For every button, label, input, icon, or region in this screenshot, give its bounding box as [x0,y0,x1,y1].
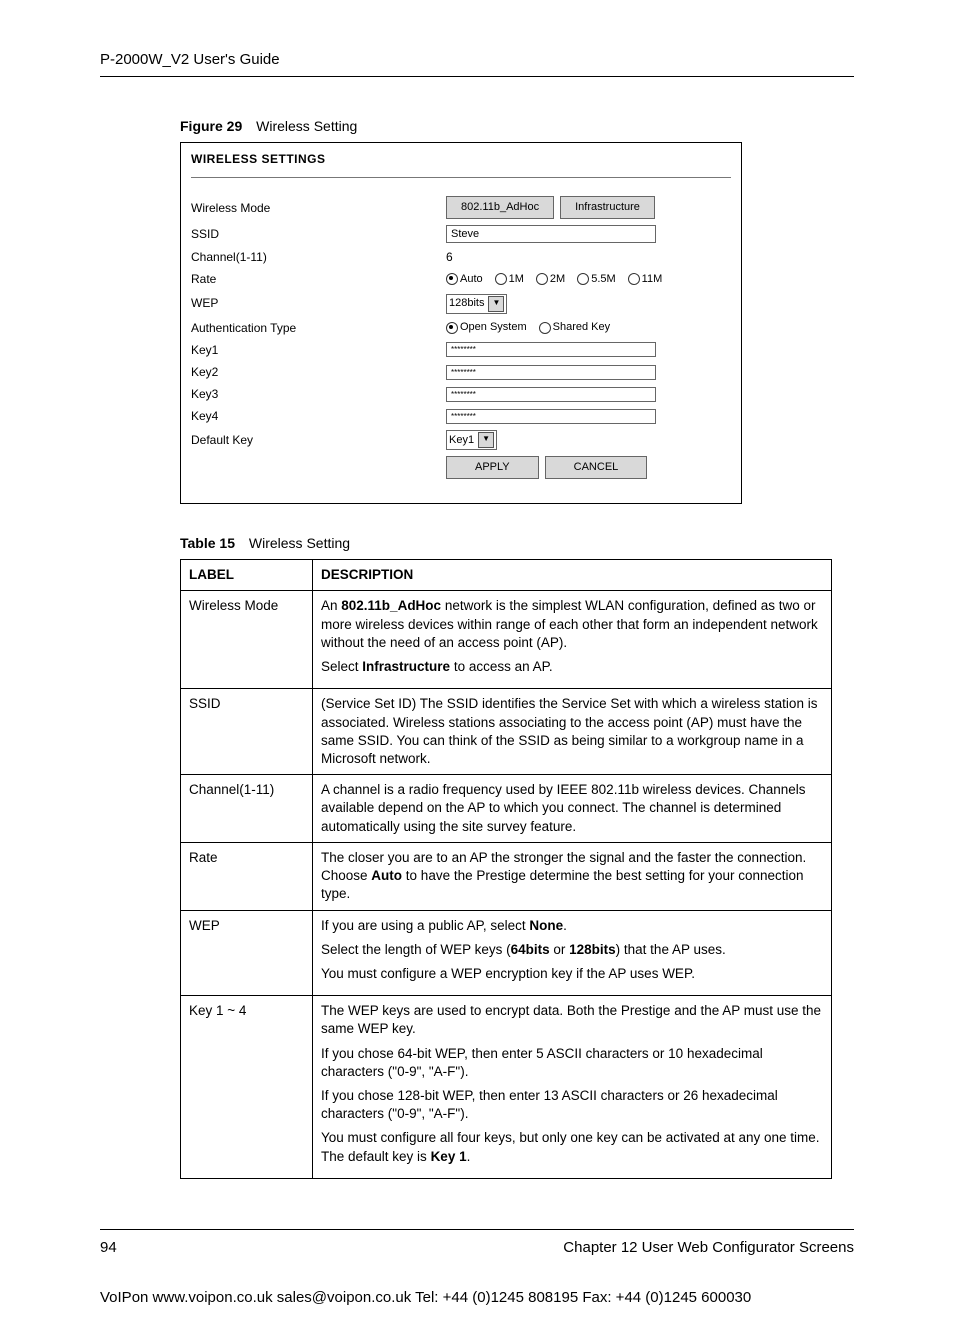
label-key3: Key3 [191,386,446,402]
cancel-button[interactable]: CANCEL [545,456,648,479]
infrastructure-mode-button[interactable]: Infrastructure [560,196,655,219]
label-ssid: SSID [191,226,446,242]
radio-label: 11M [642,272,663,287]
label-auth: Authentication Type [191,320,446,336]
cell-label: Wireless Mode [181,591,313,689]
page-number: 94 [100,1238,117,1258]
radio-icon [577,273,589,285]
cell-label: SSID [181,689,313,775]
rate-radio-11m[interactable]: 11M [628,272,663,287]
label-default-key: Default Key [191,432,446,448]
cell-description: An 802.11b_AdHoc network is the simplest… [313,591,832,689]
ssid-input[interactable] [446,225,656,243]
cell-description: The WEP keys are used to encrypt data. B… [313,996,832,1179]
default-key-select[interactable]: Key1 ▼ [446,430,497,450]
rate-radios: Auto 1M 2M 5.5M 11M [446,272,731,287]
row-key1: Key1 [191,342,731,358]
radio-label: Auto [460,272,483,287]
row-key4: Key4 [191,408,731,424]
table-row: RateThe closer you are to an AP the stro… [181,842,832,910]
cell-label: Key 1 ~ 4 [181,996,313,1179]
row-wireless-mode: Wireless Mode 802.11b_AdHoc Infrastructu… [191,196,731,219]
row-default-key: Default Key Key1 ▼ [191,430,731,450]
apply-button[interactable]: APPLY [446,456,539,479]
description-table: LABEL DESCRIPTION Wireless ModeAn 802.11… [180,559,832,1179]
auth-radio-sharedkey[interactable]: Shared Key [539,320,610,335]
row-key2: Key2 [191,364,731,380]
figure-caption-text: Wireless Setting [256,118,357,134]
row-channel: Channel(1-11) 6 [191,249,731,265]
table-label: Table 15 [180,535,235,551]
radio-label: 5.5M [591,272,615,287]
table-caption-text: Wireless Setting [249,535,350,551]
rate-radio-auto[interactable]: Auto [446,272,483,287]
label-wep: WEP [191,295,446,311]
cell-description: (Service Set ID) The SSID identifies the… [313,689,832,775]
default-key-value: Key1 [449,433,474,448]
channel-value: 6 [446,249,731,265]
row-wep: WEP 128bits ▼ [191,294,731,314]
th-desc: DESCRIPTION [313,560,832,591]
figure-label: Figure 29 [180,118,242,134]
table-row: SSID(Service Set ID) The SSID identifies… [181,689,832,775]
radio-label: Shared Key [553,320,610,335]
cell-label: Rate [181,842,313,910]
wireless-settings-panel: WIRELESS SETTINGS Wireless Mode 802.11b_… [180,142,742,504]
wep-select-value: 128bits [449,296,484,311]
label-key2: Key2 [191,364,446,380]
page-footer: 94 Chapter 12 User Web Configurator Scre… [100,1229,854,1258]
cell-description: The closer you are to an AP the stronger… [313,842,832,910]
radio-icon [536,273,548,285]
key4-input[interactable] [446,409,656,424]
row-key3: Key3 [191,386,731,402]
table-caption: Table 15 Wireless Setting [180,534,854,553]
radio-icon [446,322,458,334]
key2-input[interactable] [446,365,656,380]
auth-radio-opensystem[interactable]: Open System [446,320,527,335]
label-key4: Key4 [191,408,446,424]
chevron-down-icon: ▼ [488,296,504,312]
label-wireless-mode: Wireless Mode [191,200,446,216]
auth-radios: Open System Shared Key [446,320,731,335]
key3-input[interactable] [446,387,656,402]
radio-icon [539,322,551,334]
table-row: WEPIf you are using a public AP, select … [181,910,832,996]
key1-input[interactable] [446,342,656,357]
cell-description: If you are using a public AP, select Non… [313,910,832,996]
adhoc-mode-button[interactable]: 802.11b_AdHoc [446,196,554,219]
cell-description: A channel is a radio frequency used by I… [313,775,832,843]
label-key1: Key1 [191,342,446,358]
chevron-down-icon: ▼ [478,432,494,448]
radio-icon [446,273,458,285]
radio-icon [628,273,640,285]
row-ssid: SSID [191,225,731,243]
th-label: LABEL [181,560,313,591]
chapter-title: Chapter 12 User Web Configurator Screens [563,1238,854,1258]
row-rate: Rate Auto 1M 2M 5.5M 11M [191,271,731,287]
rate-radio-2m[interactable]: 2M [536,272,565,287]
row-buttons: APPLY CANCEL [191,456,731,479]
label-rate: Rate [191,271,446,287]
radio-icon [495,273,507,285]
cell-label: WEP [181,910,313,996]
header-title: P-2000W_V2 User's Guide [100,50,854,77]
vendor-footer: VoIPon www.voipon.co.uk sales@voipon.co.… [100,1288,854,1308]
wep-select[interactable]: 128bits ▼ [446,294,507,314]
row-auth: Authentication Type Open System Shared Ke… [191,320,731,336]
radio-label: Open System [460,320,527,335]
table-row: Channel(1-11)A channel is a radio freque… [181,775,832,843]
cell-label: Channel(1-11) [181,775,313,843]
label-channel: Channel(1-11) [191,249,446,265]
figure-caption: Figure 29 Wireless Setting [180,117,854,136]
rate-radio-55m[interactable]: 5.5M [577,272,615,287]
table-body: Wireless ModeAn 802.11b_AdHoc network is… [181,591,832,1178]
rate-radio-1m[interactable]: 1M [495,272,524,287]
panel-heading: WIRELESS SETTINGS [191,151,731,167]
table-row: Wireless ModeAn 802.11b_AdHoc network is… [181,591,832,689]
table-row: Key 1 ~ 4The WEP keys are used to encryp… [181,996,832,1179]
radio-label: 1M [509,272,524,287]
panel-divider [191,177,731,178]
radio-label: 2M [550,272,565,287]
